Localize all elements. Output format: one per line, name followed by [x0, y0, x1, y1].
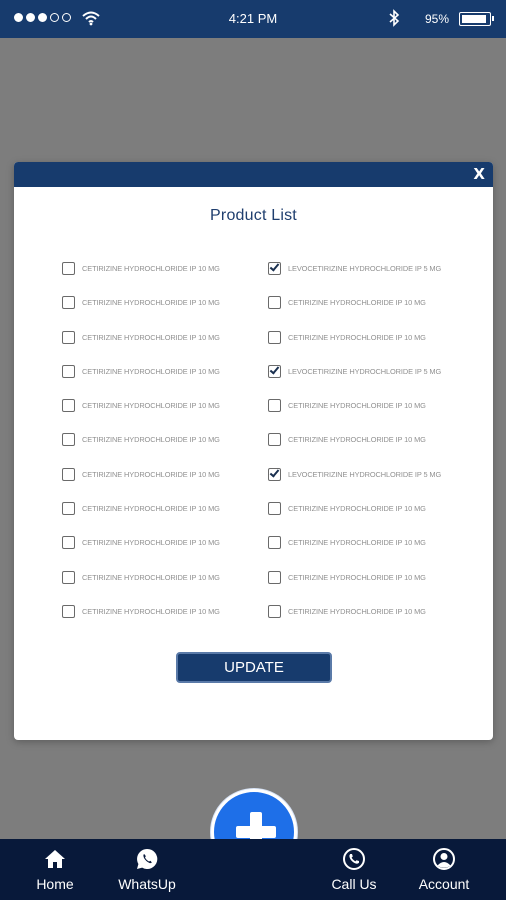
product-checkbox[interactable] [268, 467, 281, 481]
bluetooth-icon [389, 9, 400, 27]
product-checkbox[interactable] [62, 262, 75, 275]
product-item[interactable]: CETIRIZINE HYDROCHLORIDE IP 10 MG [268, 502, 472, 536]
product-item[interactable]: CETIRIZINE HYDROCHLORIDE IP 10 MG [62, 399, 268, 433]
product-item[interactable]: CETIRIZINE HYDROCHLORIDE IP 10 MG [62, 502, 268, 536]
product-label: LEVOCETIRIZINE HYDROCHLORIDE IP 5 MG [288, 264, 442, 273]
product-checkbox[interactable] [268, 296, 281, 310]
product-checkbox[interactable] [268, 570, 281, 584]
product-checkbox[interactable] [62, 330, 75, 344]
home-icon [45, 850, 65, 868]
battery-icon [459, 12, 494, 26]
product-grid: CETIRIZINE HYDROCHLORIDE IP 10 MG LEVOCET… [62, 261, 472, 639]
product-item[interactable]: CETIRIZINE HYDROCHLORIDE IP 10 MG [62, 296, 268, 330]
whatsapp-icon [137, 848, 158, 869]
close-button[interactable]: X [473, 165, 485, 183]
product-checkbox[interactable] [268, 399, 281, 413]
nav-label: Call Us [331, 876, 377, 892]
battery-percentage: 95% [425, 12, 450, 26]
checkmark-icon [269, 364, 280, 375]
product-checkbox[interactable] [268, 261, 281, 275]
product-item[interactable]: CETIRIZINE HYDROCHLORIDE IP 10 MG [62, 536, 268, 570]
product-checkbox[interactable] [62, 502, 75, 516]
product-item[interactable]: LEVOCETIRIZINE HYDROCHLORIDE IP 5 MG [268, 364, 472, 399]
account-icon [433, 848, 455, 870]
product-label: CETIRIZINE HYDROCHLORIDE IP 10 MG [82, 538, 220, 548]
product-label: CETIRIZINE HYDROCHLORIDE IP 10 MG [82, 298, 220, 308]
product-label: LEVOCETIRIZINE HYDROCHLORIDE IP 5 MG [288, 366, 442, 376]
phone-icon [343, 848, 365, 870]
product-checkbox[interactable] [268, 536, 281, 550]
product-label: CETIRIZINE HYDROCHLORIDE IP 10 MG [82, 366, 220, 376]
product-item[interactable]: LEVOCETIRIZINE HYDROCHLORIDE IP 5 MG [268, 261, 472, 296]
product-item[interactable]: CETIRIZINE HYDROCHLORIDE IP 10 MG [268, 604, 472, 639]
product-checkbox[interactable] [268, 604, 281, 618]
product-label: CETIRIZINE HYDROCHLORIDE IP 10 MG [82, 504, 220, 514]
product-checkbox[interactable] [62, 536, 75, 550]
product-item[interactable]: CETIRIZINE HYDROCHLORIDE IP 10 MG [62, 330, 268, 365]
modal-header: X [14, 162, 493, 187]
product-label: CETIRIZINE HYDROCHLORIDE IP 10 MG [288, 504, 426, 514]
nav-label: WhatsUp [118, 876, 176, 892]
product-item[interactable]: CETIRIZINE HYDROCHLORIDE IP 10 MG [62, 570, 268, 605]
product-label: CETIRIZINE HYDROCHLORIDE IP 10 MG [82, 469, 220, 479]
product-item[interactable]: CETIRIZINE HYDROCHLORIDE IP 10 MG [62, 364, 268, 399]
product-checkbox[interactable] [268, 502, 281, 516]
nav-item-account[interactable]: Account [404, 847, 484, 892]
product-label: LEVOCETIRIZINE HYDROCHLORIDE IP 5 MG [288, 469, 442, 479]
product-label: CETIRIZINE HYDROCHLORIDE IP 10 MG [82, 606, 220, 616]
product-label: CETIRIZINE HYDROCHLORIDE IP 10 MG [288, 332, 426, 342]
product-list-modal: X Product List CETIRIZINE HYDROCHLORIDE … [14, 162, 493, 740]
nav-item-home[interactable]: Home [15, 847, 95, 892]
update-button[interactable]: UPDATE [176, 652, 332, 683]
nav-item-call-us[interactable]: Call Us [314, 847, 394, 892]
checkmark-icon [269, 467, 280, 478]
product-item[interactable]: CETIRIZINE HYDROCHLORIDE IP 10 MG [268, 433, 472, 467]
product-label: CETIRIZINE HYDROCHLORIDE IP 10 MG [82, 435, 220, 445]
product-label: CETIRIZINE HYDROCHLORIDE IP 10 MG [82, 572, 220, 582]
status-bar: 4:21 PM 95% [0, 0, 506, 38]
product-item[interactable]: CETIRIZINE HYDROCHLORIDE IP 10 MG [268, 330, 472, 365]
nav-label: Account [418, 876, 470, 892]
battery-fill [462, 15, 486, 23]
nav-item-whatsup[interactable]: WhatsUp [107, 847, 187, 892]
product-label: CETIRIZINE HYDROCHLORIDE IP 10 MG [288, 606, 426, 616]
product-item[interactable]: CETIRIZINE HYDROCHLORIDE IP 10 MG [268, 536, 472, 570]
product-checkbox[interactable] [268, 433, 281, 447]
nav-label: Home [36, 876, 74, 892]
product-item[interactable]: LEVOCETIRIZINE HYDROCHLORIDE IP 5 MG [268, 467, 472, 502]
product-label: CETIRIZINE HYDROCHLORIDE IP 10 MG [288, 572, 426, 582]
product-label: CETIRIZINE HYDROCHLORIDE IP 10 MG [288, 538, 426, 548]
product-label: CETIRIZINE HYDROCHLORIDE IP 10 MG [288, 435, 426, 445]
product-checkbox[interactable] [62, 604, 75, 618]
product-checkbox[interactable] [62, 399, 75, 413]
product-checkbox[interactable] [62, 364, 75, 378]
product-item[interactable]: CETIRIZINE HYDROCHLORIDE IP 10 MG [268, 296, 472, 330]
product-checkbox[interactable] [268, 330, 281, 344]
product-label: CETIRIZINE HYDROCHLORIDE IP 10 MG [82, 332, 220, 342]
product-checkbox[interactable] [62, 570, 75, 584]
product-label: CETIRIZINE HYDROCHLORIDE IP 10 MG [288, 401, 426, 411]
product-checkbox[interactable] [62, 433, 75, 447]
product-label: CETIRIZINE HYDROCHLORIDE IP 10 MG [82, 264, 220, 273]
product-item[interactable]: CETIRIZINE HYDROCHLORIDE IP 10 MG [62, 262, 268, 296]
product-checkbox[interactable] [268, 364, 281, 378]
product-item[interactable]: CETIRIZINE HYDROCHLORIDE IP 10 MG [268, 399, 472, 433]
modal-title: Product List [210, 207, 297, 224]
product-checkbox[interactable] [62, 296, 75, 310]
product-item[interactable]: CETIRIZINE HYDROCHLORIDE IP 10 MG [62, 467, 268, 502]
product-item[interactable]: CETIRIZINE HYDROCHLORIDE IP 10 MG [62, 433, 268, 467]
checkmark-icon [269, 261, 280, 272]
product-label: CETIRIZINE HYDROCHLORIDE IP 10 MG [82, 401, 220, 411]
product-item[interactable]: CETIRIZINE HYDROCHLORIDE IP 10 MG [268, 570, 472, 605]
product-label: CETIRIZINE HYDROCHLORIDE IP 10 MG [288, 298, 426, 308]
bottom-nav: Home WhatsUp Call Us Account [0, 839, 506, 900]
product-item[interactable]: CETIRIZINE HYDROCHLORIDE IP 10 MG [62, 604, 268, 639]
product-checkbox[interactable] [62, 467, 75, 481]
